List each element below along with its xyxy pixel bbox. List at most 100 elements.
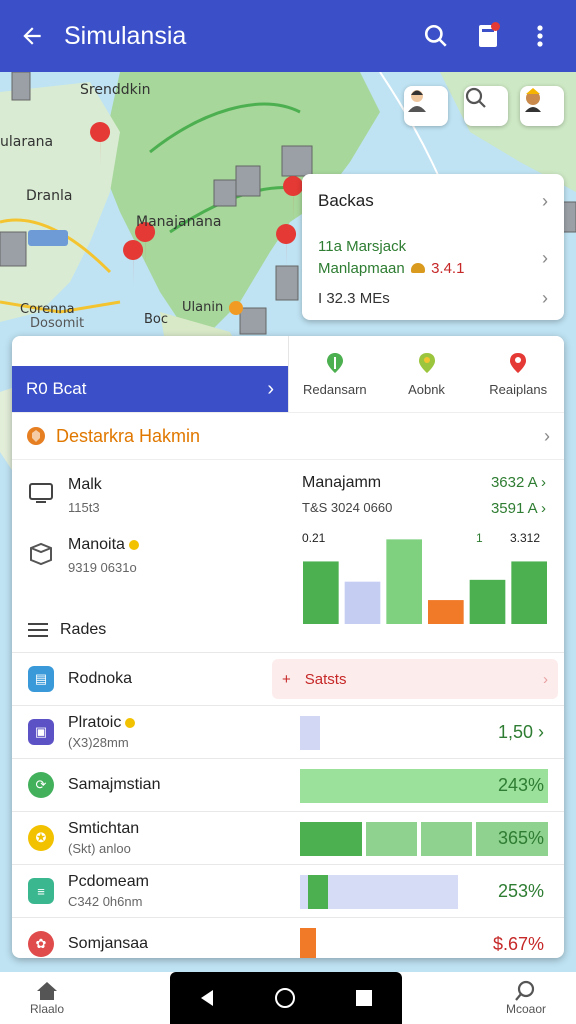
nav-search[interactable]: Mcoaor: [506, 980, 546, 1016]
info-card[interactable]: Backas › 11a Marsjack Manlapmaan 3.4.1 ›…: [302, 174, 564, 320]
summary-item[interactable]: Malk 115t3: [28, 476, 102, 515]
bar-5: [469, 579, 506, 624]
window-icon: ▣: [28, 719, 54, 745]
panel-tabs: R0 Bcat › Redansarn Aobnk Reaiplans: [12, 336, 564, 412]
info-card-title: Backas: [318, 191, 374, 210]
stat-title: Manajamm: [302, 474, 382, 491]
arrow-left-icon: [23, 27, 41, 45]
tab-label: Reaiplans: [489, 381, 548, 397]
list-item-name: Somjansaa: [68, 935, 149, 952]
chevron-right-icon: ›: [542, 190, 548, 211]
list-item-value: 365%: [497, 827, 544, 848]
list-item-sub: (Skt) anloo: [68, 841, 131, 856]
tab-reaiplans[interactable]: Reaiplans: [472, 336, 564, 412]
list-item-name: Plratoic: [68, 714, 308, 732]
search-button[interactable]: [416, 16, 456, 56]
list-item[interactable]: ▣ Plratoic (X3)28mm 1,50 ›: [12, 705, 564, 758]
progress-segment: [420, 822, 473, 856]
list-item-value: 1,50 ›: [497, 721, 544, 742]
list-item-name-text: Plratoic: [68, 714, 122, 731]
progress-bar: [300, 928, 316, 958]
shield-icon: [27, 427, 45, 445]
recents-square-icon[interactable]: [355, 989, 373, 1007]
avatar-icon: [408, 90, 426, 112]
back-triangle-icon[interactable]: [199, 989, 215, 1007]
summary-item-name: Manoita: [68, 536, 139, 554]
info-line-text: Manlapmaan: [318, 260, 405, 277]
back-button[interactable]: [16, 20, 48, 52]
tab-active[interactable]: R0 Bcat ›: [12, 366, 288, 412]
bar-4: [428, 600, 464, 624]
summary-item-sub: 9319 0631o: [68, 560, 137, 575]
map-label: Manajanana: [136, 214, 222, 230]
list-item-value: 243%: [497, 774, 544, 795]
tab-active-label: R0 Bcat: [26, 379, 87, 398]
bar-6: [511, 561, 547, 624]
bar-label: 0.21: [302, 531, 326, 545]
list-item[interactable]: ▤ Rodnoka + Satsts ›: [12, 652, 564, 705]
list-item[interactable]: ✿ Somjansaa $.67%: [12, 917, 564, 958]
page-title: Simulansia: [64, 21, 187, 50]
progress-fill: [308, 875, 328, 909]
rates-label: Rades: [60, 621, 107, 638]
info-card-row[interactable]: I 32.3 MEs ›: [318, 288, 548, 309]
summary-item[interactable]: Manoita 9319 0631o: [28, 536, 139, 575]
stat-value[interactable]: 3632 A ›: [491, 474, 546, 491]
info-line: 11a Marsjack: [318, 238, 407, 255]
profile-button[interactable]: [520, 86, 564, 126]
map-label: Dranla: [26, 188, 73, 204]
home-circle-icon[interactable]: [274, 987, 296, 1009]
list-item-name: Pcdomeam: [68, 873, 149, 890]
list-item-name: Smtichtan: [68, 820, 140, 837]
chevron-right-icon: ›: [267, 377, 274, 400]
tab-redansarn[interactable]: Redansarn: [289, 336, 381, 412]
stat-value-text: 3632 A: [490, 474, 537, 491]
search-icon: [424, 24, 447, 47]
leaf-pin-icon: [326, 352, 343, 373]
bar-label: 1: [476, 531, 483, 545]
info-line: I 32.3 MEs: [318, 290, 390, 307]
stat-value[interactable]: 3591 A ›: [491, 500, 546, 517]
box-icon: [30, 542, 52, 566]
list-item-value-text: 1,50: [497, 721, 533, 742]
map-label: Corenna: [20, 302, 75, 317]
status-badge[interactable]: + Satsts ›: [272, 659, 558, 699]
document-icon: ▤: [28, 666, 54, 692]
notifications-button[interactable]: [468, 16, 508, 56]
summary-item-name: Malk: [68, 476, 102, 493]
list-icon: [28, 623, 48, 637]
list-item[interactable]: ≡ Pcdomeam C342 0h6nm 253%: [12, 864, 564, 917]
more-vert-icon: [537, 25, 543, 47]
list-item[interactable]: ⟳ Samajmstian 243%: [12, 758, 564, 811]
map-search-button[interactable]: [464, 86, 508, 126]
tab-aobnk[interactable]: Aobnk: [381, 336, 473, 412]
search-icon: [515, 980, 535, 1001]
info-line: Manlapmaan 3.4.1: [318, 258, 464, 280]
bar-1: [303, 561, 339, 624]
nav-home[interactable]: Rlaalo: [30, 980, 64, 1016]
section-title: Destarkra Hakmin: [56, 425, 201, 446]
tab-left-area: R0 Bcat ›: [12, 336, 288, 412]
bar-label: 3.312: [510, 531, 540, 545]
home-icon: [37, 982, 58, 1000]
list-item-sub: (X3)28mm: [68, 735, 129, 750]
more-button[interactable]: [520, 16, 560, 56]
list-item[interactable]: ✪ Smtichtan (Skt) anloo 365%: [12, 811, 564, 864]
progress-segment: [365, 822, 417, 856]
status-dot-icon: [128, 539, 139, 550]
section-header[interactable]: Destarkra Hakmin ›: [12, 412, 564, 460]
info-card-header[interactable]: Backas ›: [318, 186, 548, 216]
info-card-row[interactable]: 11a Marsjack Manlapmaan 3.4.1 ›: [318, 236, 548, 280]
map-label: Boc: [144, 312, 169, 327]
chevron-right-icon: ›: [542, 247, 548, 268]
nav-label: Mcoaor: [506, 1002, 547, 1016]
avatar-button[interactable]: [404, 86, 448, 126]
progress-segment: [300, 822, 362, 856]
plus-icon: +: [282, 670, 291, 688]
chart-icon: ≡: [28, 878, 54, 904]
map-label: Dosomit: [30, 316, 85, 331]
app-bar: Simulansia: [0, 0, 576, 72]
location-pin-icon: [510, 352, 527, 373]
chevron-right-icon: ›: [543, 670, 548, 688]
list-item-value: 253%: [497, 880, 544, 901]
